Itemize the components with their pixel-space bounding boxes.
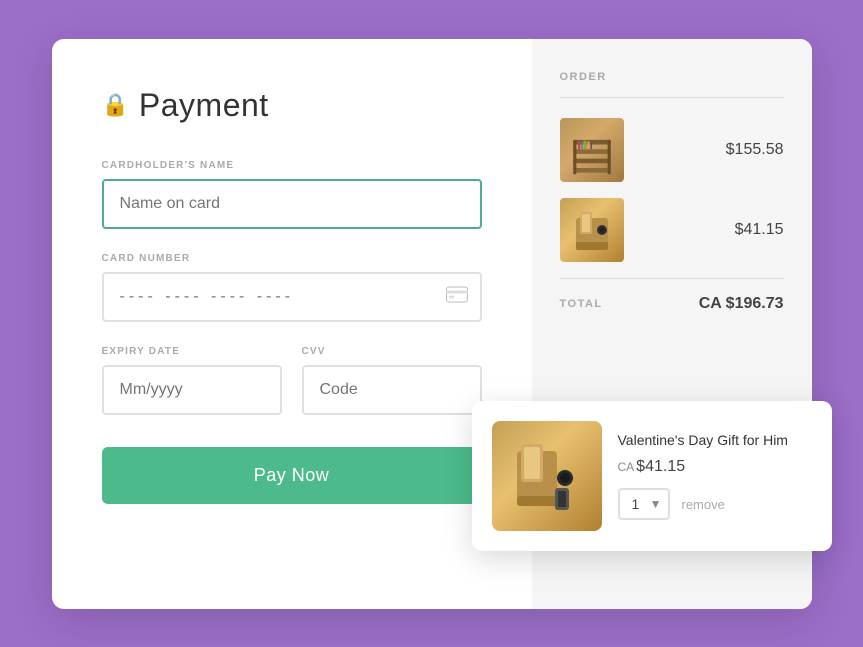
expiry-input[interactable] — [102, 365, 282, 415]
main-card: 🔒 Payment CARDHOLDER'S NAME CARD NUMBER — [52, 39, 812, 609]
card-number-field-group: CARD NUMBER — [102, 253, 482, 322]
order-item-2-thumbnail — [560, 198, 624, 262]
lock-icon: 🔒 — [102, 92, 129, 118]
quantity-wrapper: 1 2 3 4 5 ▼ — [618, 488, 670, 520]
order-item-2-price: $41.15 — [735, 221, 784, 239]
total-label: TOTAL — [560, 298, 603, 310]
cvv-input[interactable] — [302, 365, 482, 415]
pay-now-button[interactable]: Pay Now — [102, 447, 482, 504]
payment-panel: 🔒 Payment CARDHOLDER'S NAME CARD NUMBER — [52, 39, 532, 609]
remove-link[interactable]: remove — [682, 497, 725, 512]
order-item-1-thumbnail — [560, 118, 624, 182]
row-fields: EXPIRY DATE CVV — [102, 346, 482, 415]
order-total-row: TOTAL CA $196.73 — [560, 278, 784, 313]
order-section-label: ORDER — [560, 71, 784, 83]
cvv-field-group: CVV — [302, 346, 482, 415]
popup-item-price: CA$41.15 — [618, 458, 812, 476]
card-number-wrapper — [102, 272, 482, 322]
quantity-select[interactable]: 1 2 3 4 5 — [618, 488, 670, 520]
order-divider — [560, 97, 784, 98]
cvv-label: CVV — [302, 346, 482, 357]
cardholder-input[interactable] — [102, 179, 482, 229]
cardholder-label: CARDHOLDER'S NAME — [102, 160, 482, 171]
expiry-field-group: EXPIRY DATE — [102, 346, 282, 415]
popup-content: Valentine's Day Gift for Him CA$41.15 1 … — [618, 431, 812, 521]
popup-card: Valentine's Day Gift for Him CA$41.15 1 … — [472, 401, 832, 551]
order-item-2: $41.15 — [560, 198, 784, 262]
cardholder-field-group: CARDHOLDER'S NAME — [102, 160, 482, 229]
credit-card-icon — [446, 286, 468, 307]
expiry-label: EXPIRY DATE — [102, 346, 282, 357]
total-amount: CA $196.73 — [699, 295, 784, 313]
card-number-label: CARD NUMBER — [102, 253, 482, 264]
payment-title: 🔒 Payment — [102, 87, 482, 124]
order-item-1: $155.58 — [560, 118, 784, 182]
popup-item-title: Valentine's Day Gift for Him — [618, 431, 812, 451]
card-number-input[interactable] — [102, 272, 482, 322]
page-title: Payment — [139, 87, 269, 124]
popup-price-amount: $41.15 — [636, 458, 685, 475]
popup-currency: CA — [618, 460, 635, 474]
popup-thumbnail — [492, 421, 602, 531]
order-item-1-price: $155.58 — [726, 141, 784, 159]
popup-controls: 1 2 3 4 5 ▼ remove — [618, 488, 812, 520]
